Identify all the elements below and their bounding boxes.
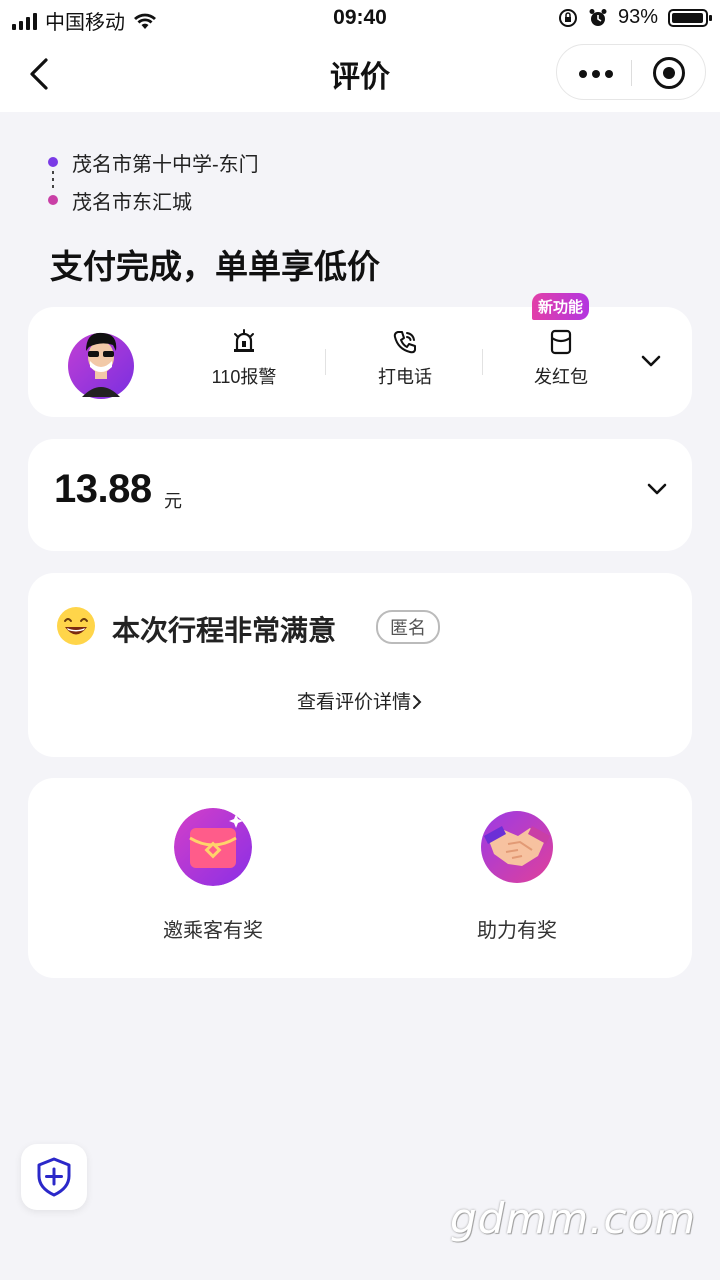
driver-card: 110报警 打电话 发红包 新功能 bbox=[28, 293, 692, 417]
battery-percent: 93% bbox=[617, 6, 658, 28]
assist-promo[interactable]: 助力有奖 bbox=[417, 808, 617, 943]
chevron-right-icon bbox=[413, 695, 422, 709]
phone-icon bbox=[393, 331, 416, 354]
close-miniprogram-icon[interactable] bbox=[653, 57, 685, 89]
fare-unit: 元 bbox=[164, 491, 182, 511]
start-dot-icon bbox=[48, 157, 58, 167]
watermark: gdmm.com bbox=[450, 1194, 697, 1243]
laughing-emoji-icon bbox=[57, 607, 95, 645]
anonymous-tag: 匿名 bbox=[376, 610, 440, 644]
invite-promo-label: 邀乘客有奖 bbox=[163, 920, 263, 942]
view-rating-detail-link[interactable]: 查看评价详情 bbox=[28, 687, 692, 714]
rotation-lock-icon bbox=[558, 8, 577, 27]
assist-promo-label: 助力有奖 bbox=[477, 920, 557, 942]
alarm-light-icon bbox=[234, 329, 254, 352]
promo-card: 邀乘客有奖 助力有奖 bbox=[28, 778, 692, 978]
red-envelope-icon bbox=[174, 808, 252, 886]
divider bbox=[325, 349, 326, 375]
route-connector bbox=[52, 171, 54, 188]
route-start: 茂名市第十中学-东门 bbox=[48, 148, 259, 176]
red-packet-action[interactable]: 发红包 bbox=[501, 329, 621, 389]
alarm-icon bbox=[589, 8, 607, 26]
red-packet-label: 发红包 bbox=[534, 367, 588, 387]
chevron-down-icon[interactable] bbox=[646, 482, 668, 496]
driver-avatar bbox=[68, 332, 134, 399]
shield-plus-icon bbox=[37, 1157, 71, 1197]
detail-link-label: 查看评价详情 bbox=[296, 692, 411, 713]
route-start-label: 茂名市第十中学-东门 bbox=[72, 153, 259, 176]
police-action[interactable]: 110报警 bbox=[184, 329, 304, 389]
route-end-label: 茂名市东汇城 bbox=[72, 191, 192, 214]
miniprogram-capsule bbox=[556, 44, 706, 100]
red-packet-icon bbox=[550, 329, 572, 355]
invite-passenger-promo[interactable]: 邀乘客有奖 bbox=[113, 808, 313, 943]
rating-text: 本次行程非常满意 bbox=[112, 615, 337, 646]
route-end: 茂名市东汇城 bbox=[48, 186, 259, 214]
chevron-down-icon[interactable] bbox=[640, 354, 662, 368]
call-label: 打电话 bbox=[378, 367, 432, 387]
battery-icon bbox=[668, 8, 712, 27]
divider bbox=[482, 349, 483, 375]
headline: 支付完成，单单享低价 bbox=[50, 248, 380, 285]
new-feature-badge: 新功能 bbox=[532, 293, 590, 320]
nav-bar: 评价 bbox=[0, 36, 720, 112]
police-label: 110报警 bbox=[211, 367, 277, 387]
route-info: 茂名市第十中学-东门 茂名市东汇城 bbox=[48, 148, 259, 214]
more-icon[interactable] bbox=[579, 70, 613, 78]
fare-card[interactable]: 13.88 元 bbox=[28, 439, 692, 551]
call-action[interactable]: 打电话 bbox=[345, 329, 465, 389]
rating-card: 本次行程非常满意 匿名 查看评价详情 bbox=[28, 573, 692, 757]
status-bar: 中国移动 09:40 93% bbox=[0, 0, 720, 36]
fare-amount: 13.88 bbox=[54, 467, 152, 511]
safety-center-button[interactable] bbox=[21, 1144, 87, 1210]
status-right: 93% bbox=[558, 6, 712, 29]
handshake-icon bbox=[481, 811, 553, 883]
end-dot-icon bbox=[48, 195, 58, 205]
